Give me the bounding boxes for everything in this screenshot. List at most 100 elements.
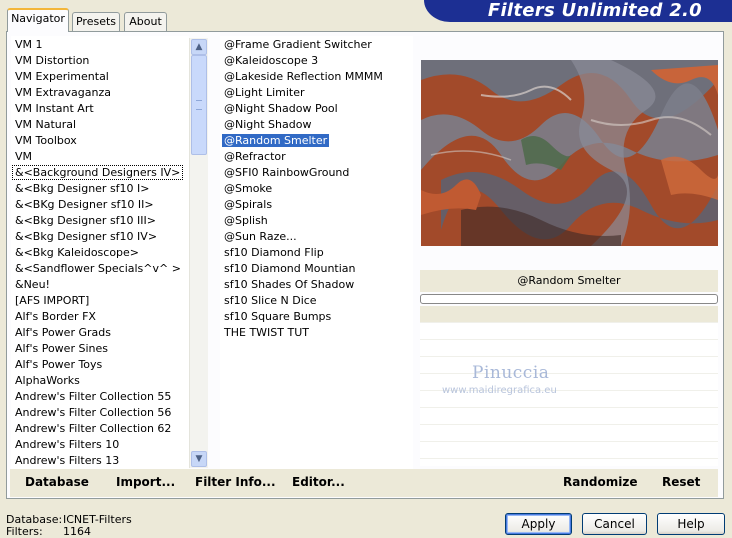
list-item-label: @Frame Gradient Switcher: [224, 38, 372, 51]
list-item[interactable]: &<Bkg Designer sf10 IV>: [11, 229, 189, 245]
filter-list[interactable]: @Frame Gradient Switcher @Kaleidoscope 3 @…: [220, 36, 413, 469]
apply-button[interactable]: Apply: [505, 513, 572, 535]
list-item[interactable]: @Kaleidoscope 3: [220, 53, 413, 69]
scroll-up-button[interactable]: ▲: [191, 39, 207, 55]
list-item[interactable]: Andrew's Filters 10: [11, 437, 189, 453]
list-item-label: Alf's Border FX: [15, 310, 96, 323]
list-item[interactable]: &<Background Designers IV>: [11, 165, 189, 181]
filter-info-button[interactable]: Filter Info...: [195, 475, 276, 489]
list-item[interactable]: @Light Limiter: [220, 85, 413, 101]
list-item-label: VM 1: [15, 38, 43, 51]
list-item[interactable]: Alf's Power Grads: [11, 325, 189, 341]
list-item[interactable]: Alf's Power Toys: [11, 357, 189, 373]
list-item[interactable]: sf10 Shades Of Shadow: [220, 277, 413, 293]
list-item-label: Andrew's Filters 10: [15, 438, 120, 451]
list-item[interactable]: AlphaWorks: [11, 373, 189, 389]
list-item[interactable]: Alf's Border FX: [11, 309, 189, 325]
list-item-label: Andrew's Filter Collection 62: [15, 422, 172, 435]
list-item[interactable]: &<Bkg Designer sf10 I>: [11, 181, 189, 197]
list-item-label: @Lakeside Reflection MMMM: [224, 70, 383, 83]
list-item-label: &Neu!: [15, 278, 50, 291]
filters-count-value: 1164: [63, 525, 91, 538]
list-item[interactable]: VM Experimental: [11, 69, 189, 85]
app-banner-title: Filters Unlimited 2.0: [424, 0, 732, 22]
list-item-label: Andrew's Filter Collection 55: [15, 390, 172, 403]
list-item-label: VM Extravaganza: [15, 86, 112, 99]
list-item[interactable]: @Night Shadow Pool: [220, 101, 413, 117]
list-item[interactable]: [AFS IMPORT]: [11, 293, 189, 309]
list-item[interactable]: @Refractor: [220, 149, 413, 165]
list-item-label: @Night Shadow Pool: [224, 102, 338, 115]
list-item[interactable]: @Splish: [220, 213, 413, 229]
list-item[interactable]: @SFI0 RainbowGround: [220, 165, 413, 181]
list-item[interactable]: &<Bkg Designer sf10 III>: [11, 213, 189, 229]
list-item[interactable]: Andrew's Filter Collection 56: [11, 405, 189, 421]
scroll-down-button[interactable]: ▼: [191, 451, 207, 467]
list-item[interactable]: sf10 Diamond Mountian: [220, 261, 413, 277]
list-item[interactable]: sf10 Square Bumps: [220, 309, 413, 325]
list-item-label: &<Bkg Designer sf10 III>: [15, 214, 157, 227]
scroll-thumb[interactable]: [191, 55, 207, 155]
filter-preview-image: [421, 60, 718, 246]
list-item[interactable]: @Spirals: [220, 197, 413, 213]
list-item[interactable]: VM Instant Art: [11, 101, 189, 117]
list-item-label: sf10 Diamond Mountian: [224, 262, 356, 275]
list-item[interactable]: @Lakeside Reflection MMMM: [220, 69, 413, 85]
tab-navigator[interactable]: Navigator: [7, 8, 69, 32]
list-item-label: VM Instant Art: [15, 102, 94, 115]
list-item-label: Alf's Power Grads: [15, 326, 111, 339]
list-item[interactable]: &<Sandflower Specials^v^ >: [11, 261, 189, 277]
tab-presets[interactable]: Presets: [72, 12, 120, 31]
list-item[interactable]: Alf's Power Sines: [11, 341, 189, 357]
list-item[interactable]: Andrew's Filter Collection 62: [11, 421, 189, 437]
list-item-label: @Light Limiter: [224, 86, 305, 99]
panel-toolbar: Database Import... Filter Info... Editor…: [10, 469, 718, 497]
list-item-label: @Night Shadow: [224, 118, 312, 131]
list-item[interactable]: &<BKg Designer sf10 II>: [11, 197, 189, 213]
editor-button[interactable]: Editor...: [292, 475, 345, 489]
list-item-label: sf10 Slice N Dice: [224, 294, 317, 307]
list-item-label: &<Bkg Kaleidoscope>: [15, 246, 140, 259]
list-item[interactable]: THE TWIST TUT: [220, 325, 413, 341]
list-item[interactable]: VM Toolbox: [11, 133, 189, 149]
watermark-site: www.maidiregrafica.eu: [442, 385, 557, 396]
list-item-label: &<Sandflower Specials^v^ >: [15, 262, 181, 275]
list-item-label: sf10 Diamond Flip: [224, 246, 324, 259]
list-item[interactable]: @Frame Gradient Switcher: [220, 37, 413, 53]
database-button[interactable]: Database: [25, 475, 89, 489]
list-item-label: THE TWIST TUT: [224, 326, 309, 339]
list-item-label: Alf's Power Sines: [15, 342, 108, 355]
reset-button[interactable]: Reset: [662, 475, 700, 489]
list-item[interactable]: @Night Shadow: [220, 117, 413, 133]
list-item-label: @Refractor: [224, 150, 286, 163]
cancel-button[interactable]: Cancel: [582, 513, 647, 535]
list-item-label: @SFI0 RainbowGround: [224, 166, 350, 179]
randomize-button[interactable]: Randomize: [563, 475, 637, 489]
list-item[interactable]: &<Bkg Kaleidoscope>: [11, 245, 189, 261]
list-item[interactable]: &Neu!: [11, 277, 189, 293]
list-item-label: @Splish: [224, 214, 268, 227]
category-list[interactable]: VM 1 VM Distortion VM Experimental VM Extra…: [11, 36, 189, 469]
list-item-label: VM Toolbox: [15, 134, 77, 147]
list-item[interactable]: @Random Smelter: [220, 133, 413, 149]
list-item[interactable]: VM Natural: [11, 117, 189, 133]
list-item[interactable]: sf10 Diamond Flip: [220, 245, 413, 261]
list-item[interactable]: @Smoke: [220, 181, 413, 197]
list-item[interactable]: VM Distortion: [11, 53, 189, 69]
help-button[interactable]: Help: [657, 513, 725, 535]
list-item-label: sf10 Square Bumps: [224, 310, 332, 323]
list-item-label: @Smoke: [224, 182, 273, 195]
category-scrollbar[interactable]: ▲ ▼: [189, 38, 208, 468]
list-item[interactable]: @Sun Raze...: [220, 229, 413, 245]
list-item[interactable]: Andrew's Filters 13: [11, 453, 189, 469]
tab-about[interactable]: About: [124, 12, 167, 31]
list-item[interactable]: VM: [11, 149, 189, 165]
filters-count-label: Filters:: [6, 525, 43, 538]
list-item[interactable]: VM 1: [11, 37, 189, 53]
list-item-label: @Sun Raze...: [224, 230, 297, 243]
list-item-label: VM Experimental: [15, 70, 109, 83]
list-item[interactable]: sf10 Slice N Dice: [220, 293, 413, 309]
import-button[interactable]: Import...: [116, 475, 175, 489]
list-item[interactable]: Andrew's Filter Collection 55: [11, 389, 189, 405]
list-item[interactable]: VM Extravaganza: [11, 85, 189, 101]
